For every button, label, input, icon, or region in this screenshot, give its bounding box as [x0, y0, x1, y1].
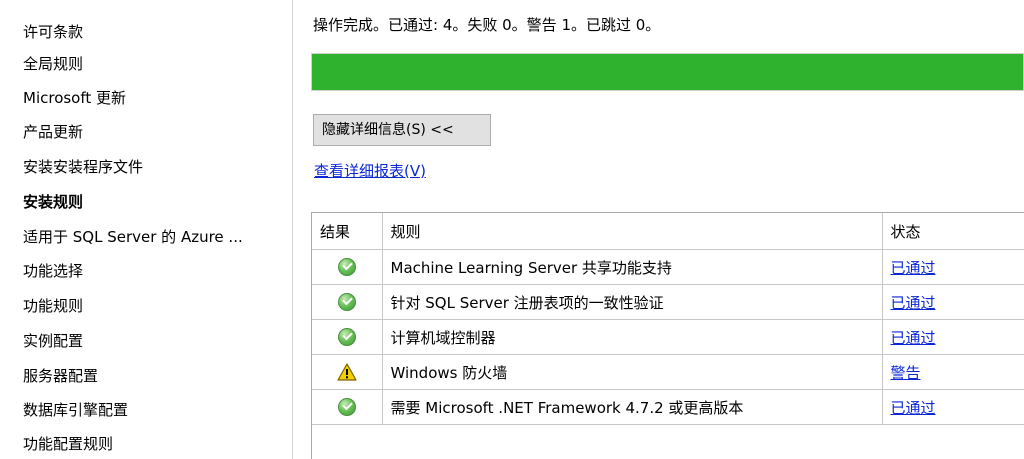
rule-name: Machine Learning Server 共享功能支持 [382, 249, 883, 285]
table-row[interactable]: Machine Learning Server 共享功能支持 已通过 [312, 249, 1024, 285]
rule-status-link[interactable]: 已通过 [891, 294, 936, 312]
table-row[interactable]: Windows 防火墙 警告 [312, 354, 1024, 390]
sidebar-nav: 许可条款 全局规则 Microsoft 更新 产品更新 安装安装程序文件 安装规… [0, 0, 293, 459]
table-header-row: 结果 规则 状态 [312, 213, 1024, 250]
main-panel: 操作完成。已通过: 4。失败 0。警告 1。已跳过 0。 隐藏详细信息(S) <… [293, 0, 1024, 459]
table-row[interactable]: 计算机域控制器 已通过 [312, 319, 1024, 355]
view-detailed-report-link[interactable]: 查看详细报表(V) [314, 159, 426, 183]
rule-status-link[interactable]: 已通过 [891, 259, 936, 277]
sidebar-item-install-rules[interactable]: 安装规则 [23, 190, 83, 214]
check-circle-icon [337, 293, 356, 312]
rule-name: 针对 SQL Server 注册表项的一致性验证 [382, 284, 883, 320]
column-header-status[interactable]: 状态 [882, 213, 1024, 250]
sidebar-item-install-setup-files[interactable]: 安装安装程序文件 [23, 155, 143, 179]
rules-table: 结果 规则 状态 Machine Learning Server 共享功能支持 … [311, 212, 1024, 459]
sidebar-item-db-engine-config[interactable]: 数据库引擎配置 [23, 398, 128, 422]
hide-details-button[interactable]: 隐藏详细信息(S) << [313, 114, 491, 146]
check-circle-icon [337, 258, 356, 277]
sidebar-item-microsoft-update[interactable]: Microsoft 更新 [23, 86, 126, 110]
sidebar-item-feature-selection[interactable]: 功能选择 [23, 259, 83, 283]
column-header-result[interactable]: 结果 [312, 213, 383, 250]
sidebar-item-azure-extension[interactable]: 适用于 SQL Server 的 Azure ... [23, 225, 243, 249]
sidebar-item-server-config[interactable]: 服务器配置 [23, 364, 98, 388]
sidebar-item-feature-config-rules[interactable]: 功能配置规则 [23, 432, 113, 456]
rule-status-link[interactable]: 警告 [891, 364, 921, 382]
progress-bar-fill [312, 54, 1023, 90]
column-header-rule[interactable]: 规则 [382, 213, 883, 250]
sidebar-item-instance-config[interactable]: 实例配置 [23, 329, 83, 353]
rule-status-link[interactable]: 已通过 [891, 329, 936, 347]
table-row[interactable]: 需要 Microsoft .NET Framework 4.7.2 或更高版本 … [312, 389, 1024, 425]
rule-name: 计算机域控制器 [382, 319, 883, 355]
rule-name: Windows 防火墙 [382, 354, 883, 390]
progress-bar [311, 53, 1024, 91]
table-row[interactable]: 针对 SQL Server 注册表项的一致性验证 已通过 [312, 284, 1024, 320]
warning-icon [337, 363, 357, 381]
sidebar-item-license-terms[interactable]: 许可条款 [23, 20, 83, 44]
rule-name: 需要 Microsoft .NET Framework 4.7.2 或更高版本 [382, 389, 883, 425]
sidebar-item-feature-rules[interactable]: 功能规则 [23, 294, 83, 318]
check-circle-icon [337, 328, 356, 347]
operation-status-text: 操作完成。已通过: 4。失败 0。警告 1。已跳过 0。 [313, 16, 661, 34]
sidebar-item-product-updates[interactable]: 产品更新 [23, 120, 83, 144]
check-circle-icon [337, 398, 356, 417]
rule-status-link[interactable]: 已通过 [891, 399, 936, 417]
sidebar-item-global-rules[interactable]: 全局规则 [23, 52, 83, 76]
